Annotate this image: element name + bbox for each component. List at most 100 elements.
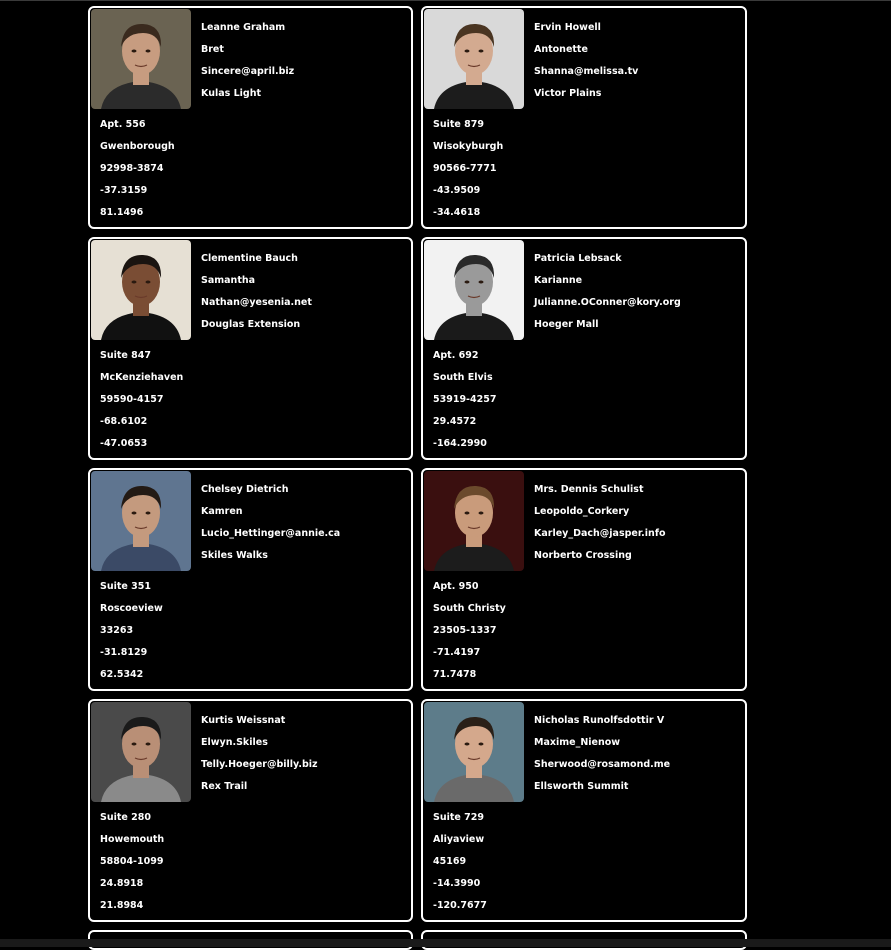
user-email: Telly.Hoeger@billy.biz: [201, 759, 318, 770]
user-suite: Apt. 556: [100, 119, 146, 130]
user-street: Rex Trail: [201, 781, 248, 792]
user-zipcode: 23505-1337: [433, 625, 497, 636]
user-geo-lng: 62.5342: [100, 669, 144, 680]
user-card: Ervin Howell Antonette Shanna@melissa.tv Vi…: [421, 6, 747, 229]
user-info: Clementine Bauch Samantha Nathan@yesenia.n…: [201, 248, 312, 336]
user-address-details: Suite 879 Wisokyburgh 90566-7771 -43.9509 -3…: [433, 114, 744, 224]
user-geo-lat: -71.4197: [433, 647, 481, 658]
user-email: Sincere@april.biz: [201, 66, 295, 77]
user-geo-lat: -37.3159: [100, 185, 148, 196]
avatar: [91, 240, 191, 340]
user-city: Gwenborough: [100, 141, 175, 152]
avatar: [91, 471, 191, 571]
user-info: Mrs. Dennis Schulist Leopoldo_Corkery Karl…: [534, 479, 665, 567]
portrait-image: [91, 702, 191, 802]
portrait-image: [91, 240, 191, 340]
user-username: Bret: [201, 44, 224, 55]
avatar: [424, 702, 524, 802]
user-geo-lng: -120.7677: [433, 900, 487, 911]
user-name: Nicholas Runolfsdottir V: [534, 715, 665, 726]
window-top-border: [0, 0, 891, 1]
avatar: [424, 471, 524, 571]
horizontal-scrollbar[interactable]: [0, 939, 891, 947]
user-geo-lng: -47.0653: [100, 438, 148, 449]
user-geo-lng: -164.2990: [433, 438, 487, 449]
card-header: Nicholas Runolfsdottir V Maxime_Nienow She…: [424, 702, 744, 802]
user-card: Mrs. Dennis Schulist Leopoldo_Corkery Karl…: [421, 468, 747, 691]
user-info: Nicholas Runolfsdottir V Maxime_Nienow She…: [534, 710, 670, 798]
user-city: Howemouth: [100, 834, 165, 845]
user-username: Elwyn.Skiles: [201, 737, 268, 748]
user-email: Karley_Dach@jasper.info: [534, 528, 666, 539]
user-username: Samantha: [201, 275, 256, 286]
portrait-image: [91, 9, 191, 109]
user-info: Kurtis Weissnat Elwyn.Skiles Telly.Hoeger@…: [201, 710, 318, 798]
user-geo-lng: -34.4618: [433, 207, 481, 218]
card-header: Mrs. Dennis Schulist Leopoldo_Corkery Karl…: [424, 471, 744, 571]
user-suite: Apt. 692: [433, 350, 479, 361]
user-card-grid: Leanne Graham Bret Sincere@april.biz Kulas …: [88, 6, 747, 950]
user-card: Chelsey Dietrich Kamren Lucio_Hettinger@an…: [88, 468, 413, 691]
avatar: [424, 9, 524, 109]
user-suite: Suite 729: [433, 812, 484, 823]
user-address-details: Suite 847 McKenziehaven 59590-4157 -68.6102…: [100, 345, 410, 455]
user-street: Hoeger Mall: [534, 319, 599, 330]
user-address-details: Apt. 692 South Elvis 53919-4257 29.4572 -164…: [433, 345, 744, 455]
user-email: Sherwood@rosamond.me: [534, 759, 671, 770]
user-city: South Elvis: [433, 372, 493, 383]
user-zipcode: 58804-1099: [100, 856, 164, 867]
avatar: [91, 702, 191, 802]
avatar: [424, 240, 524, 340]
user-username: Kamren: [201, 506, 243, 517]
user-address-details: Apt. 556 Gwenborough 92998-3874 -37.3159 81.…: [100, 114, 410, 224]
user-suite: Suite 879: [433, 119, 484, 130]
user-address-details: Suite 351 Roscoeview 33263 -31.8129 62.5342: [100, 576, 410, 686]
portrait-image: [424, 9, 524, 109]
user-name: Leanne Graham: [201, 22, 286, 33]
portrait-image: [424, 240, 524, 340]
portrait-image: [424, 471, 524, 571]
user-name: Kurtis Weissnat: [201, 715, 286, 726]
user-name: Patricia Lebsack: [534, 253, 622, 264]
card-header: Ervin Howell Antonette Shanna@melissa.tv Vi…: [424, 9, 744, 109]
user-zipcode: 45169: [433, 856, 467, 867]
user-address-details: Suite 280 Howemouth 58804-1099 24.8918 21.89…: [100, 807, 410, 917]
user-zipcode: 92998-3874: [100, 163, 164, 174]
user-city: Aliyaview: [433, 834, 485, 845]
user-name: Ervin Howell: [534, 22, 601, 33]
user-email: Nathan@yesenia.net: [201, 297, 312, 308]
user-username: Maxime_Nienow: [534, 737, 621, 748]
user-zipcode: 90566-7771: [433, 163, 497, 174]
user-info: Ervin Howell Antonette Shanna@melissa.tv Vi…: [534, 17, 638, 105]
user-name: Mrs. Dennis Schulist: [534, 484, 644, 495]
user-address-details: Apt. 950 South Christy 23505-1337 -71.4197 7…: [433, 576, 744, 686]
user-street: Ellsworth Summit: [534, 781, 629, 792]
user-suite: Suite 351: [100, 581, 151, 592]
user-username: Karianne: [534, 275, 583, 286]
user-geo-lat: 29.4572: [433, 416, 477, 427]
user-email: Shanna@melissa.tv: [534, 66, 639, 77]
card-header: Chelsey Dietrich Kamren Lucio_Hettinger@an…: [91, 471, 410, 571]
user-info: Leanne Graham Bret Sincere@april.biz Kulas …: [201, 17, 294, 105]
user-geo-lng: 71.7478: [433, 669, 477, 680]
card-header: Clementine Bauch Samantha Nathan@yesenia.n…: [91, 240, 410, 340]
user-card: Patricia Lebsack Karianne Julianne.OConner…: [421, 237, 747, 460]
user-card: Nicholas Runolfsdottir V Maxime_Nienow She…: [421, 699, 747, 922]
user-street: Kulas Light: [201, 88, 262, 99]
user-email: Lucio_Hettinger@annie.ca: [201, 528, 341, 539]
user-username: Antonette: [534, 44, 588, 55]
user-geo-lng: 81.1496: [100, 207, 144, 218]
user-geo-lat: -68.6102: [100, 416, 148, 427]
card-header: Patricia Lebsack Karianne Julianne.OConner…: [424, 240, 744, 340]
user-street: Skiles Walks: [201, 550, 268, 561]
user-geo-lng: 21.8984: [100, 900, 144, 911]
user-email: Julianne.OConner@kory.org: [534, 297, 681, 308]
user-street: Douglas Extension: [201, 319, 301, 330]
user-address-details: Suite 729 Aliyaview 45169 -14.3990 -120.7677: [433, 807, 744, 917]
card-header: Kurtis Weissnat Elwyn.Skiles Telly.Hoeger@…: [91, 702, 410, 802]
user-city: Roscoeview: [100, 603, 163, 614]
user-info: Chelsey Dietrich Kamren Lucio_Hettinger@an…: [201, 479, 340, 567]
user-geo-lat: 24.8918: [100, 878, 144, 889]
user-zipcode: 33263: [100, 625, 134, 636]
user-city: Wisokyburgh: [433, 141, 504, 152]
